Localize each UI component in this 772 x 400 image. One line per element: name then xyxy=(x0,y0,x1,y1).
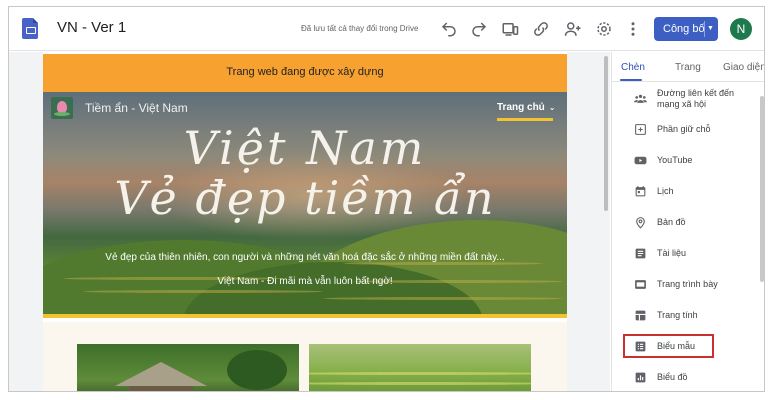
youtube-icon xyxy=(634,154,647,167)
rice-field-image[interactable] xyxy=(309,344,531,391)
canvas-scrollbar[interactable] xyxy=(604,56,608,211)
hero-title-line1: Việt Nam xyxy=(183,121,427,175)
chevron-down-icon: ⌄ xyxy=(548,103,556,112)
placeholder-icon xyxy=(634,123,647,136)
sheets-icon xyxy=(634,309,647,322)
forms-highlight-box xyxy=(623,334,714,358)
site-name[interactable]: Tiềm ẩn - Việt Nam xyxy=(85,101,188,115)
publish-label: Công bố xyxy=(663,23,705,35)
docs-icon xyxy=(634,247,647,260)
site-page: Trang web đang được xây dựng Tiềm ẩn - V… xyxy=(43,52,567,391)
hero-title-line2: Vẻ đẹp tiềm ẩn xyxy=(114,171,496,225)
site-logo-icon[interactable] xyxy=(51,97,73,119)
panel-scrollbar[interactable] xyxy=(760,96,764,282)
settings-icon[interactable] xyxy=(594,19,614,39)
insert-item-label: Tài liệu xyxy=(657,248,687,258)
insert-item-calendar[interactable]: Lịch xyxy=(612,179,758,205)
save-status: Đã lưu tất cả thay đổi trong Drive xyxy=(301,24,419,33)
insert-item-chart[interactable]: Biểu đồ xyxy=(612,365,758,391)
link-icon[interactable] xyxy=(531,19,551,39)
insert-item-label: Bản đồ xyxy=(657,217,686,227)
slides-icon xyxy=(634,278,647,291)
undo-icon[interactable] xyxy=(439,19,459,39)
preview-device-icon[interactable] xyxy=(500,19,520,39)
hut-body-shape xyxy=(129,386,193,391)
tree-shape xyxy=(227,350,287,390)
insert-item-label: Trang tính xyxy=(657,310,698,320)
insert-item-label: Trang trình bày xyxy=(657,279,718,289)
nav-home-link[interactable]: Trang chủ ⌄ xyxy=(497,102,556,113)
insert-item-label: Lịch xyxy=(657,186,674,196)
hero-slogan[interactable]: Việt Nam - Đi mãi mà vẫn luôn bất ngờ! xyxy=(43,276,567,287)
hero-section[interactable]: Tiềm ẩn - Việt Nam Trang chủ ⌄ Việt Nam V… xyxy=(43,92,567,318)
insert-panel: Chèn Trang Giao diện Đường liên kết đến … xyxy=(611,52,764,391)
insert-item-label: Biểu đồ xyxy=(657,372,688,382)
top-toolbar: VN - Ver 1 Đã lưu tất cả thay đổi trong … xyxy=(9,7,764,51)
nav-home-label: Trang chủ xyxy=(497,102,545,113)
more-vert-icon[interactable] xyxy=(623,19,643,39)
field-line xyxy=(309,382,531,385)
tabs-divider xyxy=(612,81,764,82)
nav-active-underline xyxy=(497,118,553,121)
hut-roof-shape xyxy=(115,362,207,386)
tab-pages[interactable]: Trang xyxy=(675,62,701,73)
insert-item-label: YouTube xyxy=(657,155,693,165)
insert-item-sheets[interactable]: Trang tính xyxy=(612,303,758,329)
insert-item-label: Đường liên kết đến mạng xã hội xyxy=(657,88,734,109)
avatar[interactable]: N xyxy=(730,18,752,40)
construction-banner: Trang web đang được xây dựng xyxy=(43,54,567,92)
hero-title[interactable]: Việt Nam Vẻ đẹp tiềm ẩn xyxy=(43,125,567,221)
field-line xyxy=(309,372,531,375)
add-person-icon[interactable] xyxy=(563,19,583,39)
village-image[interactable] xyxy=(77,344,299,391)
calendar-icon xyxy=(634,185,647,198)
chevron-down-icon[interactable]: ▼ xyxy=(707,17,714,41)
hero-subtitle[interactable]: Vẻ đẹp của thiên nhiên, con người và nhữ… xyxy=(43,252,567,263)
map-pin-icon xyxy=(634,216,647,229)
redo-icon[interactable] xyxy=(469,19,489,39)
publish-button[interactable]: Công bố ▼ xyxy=(654,17,718,41)
social-links-icon xyxy=(634,92,647,105)
image-section xyxy=(43,322,567,391)
insert-item-label: Phần giữ chỗ xyxy=(657,124,711,134)
insert-item-docs[interactable]: Tài liệu xyxy=(612,241,758,267)
publish-divider xyxy=(704,21,705,37)
chart-icon xyxy=(634,371,647,384)
sites-logo-icon[interactable] xyxy=(22,18,38,39)
tab-themes[interactable]: Giao diện xyxy=(723,62,764,73)
hero-divider xyxy=(43,314,567,318)
insert-item-social-links[interactable]: Đường liên kết đến mạng xã hội xyxy=(612,86,758,112)
tab-insert[interactable]: Chèn xyxy=(621,62,645,73)
insert-item-placeholder[interactable]: Phần giữ chỗ xyxy=(612,117,758,143)
banner-text: Trang web đang được xây dựng xyxy=(226,66,384,78)
insert-item-youtube[interactable]: YouTube xyxy=(612,148,758,174)
app-window: VN - Ver 1 Đã lưu tất cả thay đổi trong … xyxy=(8,6,765,392)
document-title[interactable]: VN - Ver 1 xyxy=(57,19,126,36)
insert-item-slides[interactable]: Trang trình bày xyxy=(612,272,758,298)
editor-canvas: Trang web đang được xây dựng Tiềm ẩn - V… xyxy=(9,52,610,391)
insert-item-map[interactable]: Bản đồ xyxy=(612,210,758,236)
